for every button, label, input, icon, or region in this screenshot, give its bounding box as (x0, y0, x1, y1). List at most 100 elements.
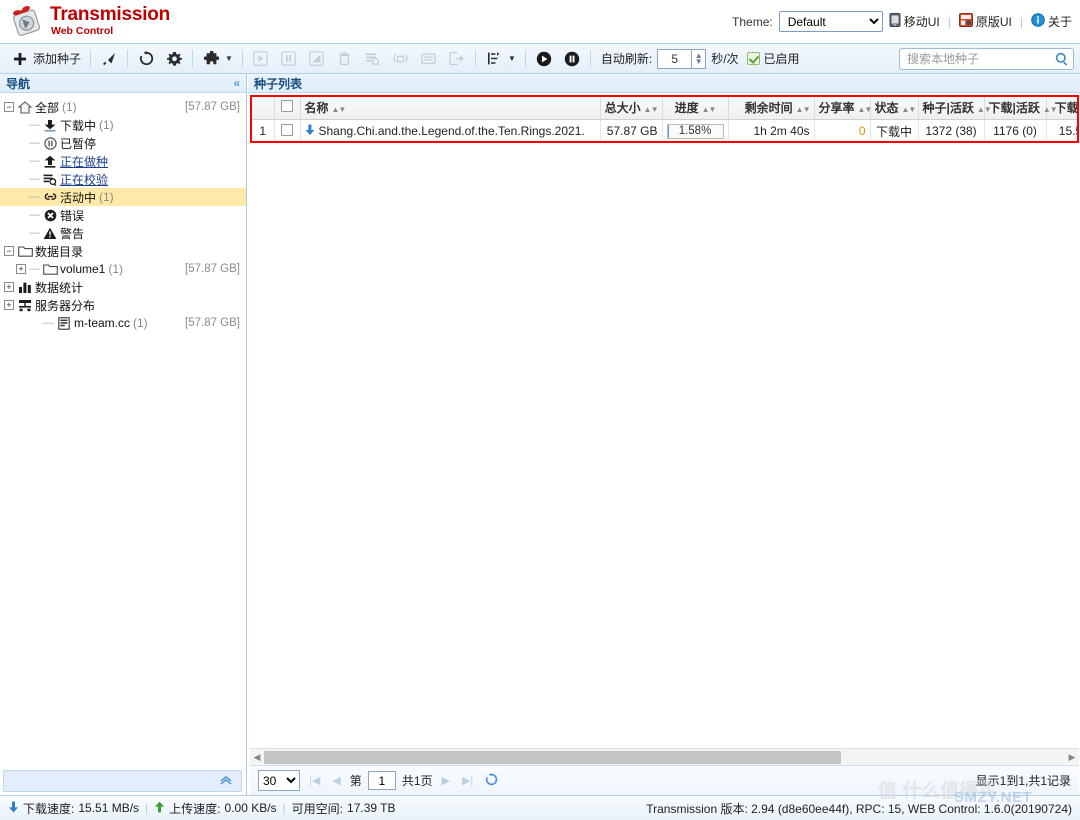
sidebar-item-label: m-team.cc (74, 316, 131, 330)
torrent-table: 名称 ▲▼ 总大小 ▲▼ 进度 ▲▼ 剩余时间 ▲▼ 分享率 ▲▼ 状态 ▲▼ 种子|活跃 ▲▼ 下载|活跃… (252, 97, 1077, 141)
mobile-ui-link[interactable]: 移动UI (889, 13, 940, 30)
folder-button[interactable] (415, 47, 443, 71)
announce-button[interactable] (387, 47, 415, 71)
play-icon (252, 50, 270, 68)
sidebar-item-5[interactable]: — 活动中 (1) (0, 188, 246, 206)
last-page-icon[interactable]: ▶| (459, 774, 476, 787)
verify-button[interactable] (359, 47, 387, 71)
table-row[interactable]: 1 Shang.Chi.and.the.Legend.of.the.Ten.Rin… (252, 119, 1077, 141)
collapse-icon[interactable]: − (4, 102, 14, 112)
sort-indicator-icon[interactable]: ▲▼ (332, 105, 347, 114)
transmission-logo-icon (10, 4, 44, 38)
horizontal-scrollbar[interactable]: ◀ ▶ (250, 748, 1079, 765)
upload-speed-label: 上传速度: (169, 801, 221, 816)
sort-indicator-icon[interactable]: ▲▼ (796, 105, 811, 114)
auto-refresh-enabled-checkbox[interactable]: 已启用 (746, 50, 800, 67)
start-all-button[interactable] (530, 47, 558, 71)
status-divider-2: | (282, 801, 286, 815)
sidebar-item-label: volume1 (60, 262, 106, 276)
chevron-up-icon[interactable] (219, 774, 233, 788)
puzzle-icon (202, 50, 220, 68)
rename-button[interactable] (303, 47, 331, 71)
expand-icon[interactable]: + (4, 300, 14, 310)
sidebar-item-12[interactable]: — m-team.cc (1) [57.87 GB] (0, 314, 246, 332)
settings-button[interactable] (160, 47, 188, 71)
sort-indicator-icon[interactable]: ▲▼ (644, 105, 659, 114)
free-space-label: 可用空间: (291, 801, 344, 816)
auto-refresh-stepper[interactable]: ▲ ▼ (657, 48, 707, 69)
column-header-eta[interactable]: 剩余时间 ▲▼ (728, 97, 815, 120)
remove-button[interactable] (331, 47, 359, 71)
queue-button[interactable]: ▼ (480, 47, 521, 71)
expand-icon[interactable]: + (4, 282, 14, 292)
expand-icon[interactable]: + (16, 264, 26, 274)
classic-ui-icon (958, 13, 973, 30)
pause-all-button[interactable] (558, 47, 586, 71)
move-button[interactable] (443, 47, 471, 71)
row-checkbox[interactable] (281, 123, 293, 136)
column-header-peers[interactable]: 下载|活跃 ▲▼ (984, 97, 1058, 120)
sidebar-item-6[interactable]: — 错误 (0, 206, 246, 224)
plugin-button[interactable]: ▼ (197, 47, 238, 71)
column-header-progress[interactable]: 进度 ▲▼ (662, 97, 729, 120)
sidebar-item-1[interactable]: — 下载中 (1) (0, 116, 246, 134)
cell-index: 1 (252, 119, 275, 141)
column-header-name[interactable]: 名称 ▲▼ (300, 97, 601, 120)
refresh-icon[interactable] (482, 772, 501, 789)
search-input[interactable] (899, 47, 1074, 70)
column-header-status[interactable]: 状态 ▲▼ (870, 97, 919, 120)
theme-select[interactable]: Default (778, 11, 883, 32)
sidebar-item-7[interactable]: — 警告 (0, 224, 246, 242)
column-header-index[interactable] (252, 97, 275, 120)
sidebar-item-0[interactable]: − 全部 (1) [57.87 GB] (0, 98, 246, 116)
scroll-left-icon[interactable]: ◀ (250, 752, 264, 763)
page-number-input[interactable] (367, 771, 396, 790)
scrollbar-track[interactable] (264, 750, 1065, 764)
search-icon[interactable] (1055, 52, 1069, 69)
download-speed-value: 15.51 MB/s (78, 801, 140, 815)
reload-button[interactable] (132, 47, 160, 71)
collapse-sidebar-icon[interactable]: « (233, 76, 240, 90)
cell-check[interactable] (274, 119, 301, 141)
spin-down-icon[interactable]: ▼ (695, 57, 703, 65)
sidebar-item-4[interactable]: — 正在校验 (0, 170, 246, 188)
add-magnet-button[interactable] (95, 47, 123, 71)
sidebar-item-11[interactable]: + 服务器分布 (0, 296, 246, 314)
column-header-ratio[interactable]: 分享率 ▲▼ (814, 97, 873, 120)
prev-page-icon[interactable]: ◀ (329, 774, 343, 787)
sidebar-footer-bar[interactable] (3, 770, 242, 792)
classic-ui-link[interactable]: 原版UI (958, 13, 1012, 30)
collapse-icon[interactable]: − (4, 246, 14, 256)
sort-indicator-icon[interactable]: ▲▼ (858, 105, 873, 114)
column-header-size[interactable]: 总大小 ▲▼ (600, 97, 663, 120)
sort-indicator-icon[interactable]: ▲▼ (702, 105, 717, 114)
first-page-icon[interactable]: |◀ (306, 774, 323, 787)
sidebar-item-3[interactable]: — 正在做种 (0, 152, 246, 170)
sidebar-item-9[interactable]: + — volume1 (1) [57.87 GB] (0, 260, 246, 278)
column-header-seeds[interactable]: 种子|活跃 ▲▼ (918, 97, 992, 120)
sort-indicator-icon[interactable]: ▲▼ (902, 105, 917, 114)
sidebar-item-8[interactable]: − 数据目录 (0, 242, 246, 260)
auto-refresh-input[interactable] (657, 48, 692, 69)
plus-icon (11, 50, 29, 68)
column-header-check[interactable] (274, 97, 301, 120)
torrent-list-title-bar: 种子列表 (248, 74, 1080, 93)
page-size-select[interactable]: 30 (258, 770, 300, 791)
upload-icon (42, 155, 58, 168)
sidebar-item-2[interactable]: — 已暂停 (0, 134, 246, 152)
scrollbar-thumb[interactable] (264, 750, 841, 764)
start-button[interactable] (247, 47, 275, 71)
navigation-tree: − 全部 (1) [57.87 GB] — 下载中 (1) — 已暂停 — 正在做种 — 正在校验 — 活动… (0, 93, 246, 332)
classic-ui-label: 原版UI (975, 15, 1012, 29)
pause-button[interactable] (275, 47, 303, 71)
about-link[interactable]: 关于 (1031, 13, 1072, 30)
next-page-icon[interactable]: ▶ (439, 774, 453, 787)
auto-refresh-spin-buttons[interactable]: ▲ ▼ (691, 48, 707, 69)
tree-line: — (29, 155, 40, 167)
add-torrent-button[interactable]: 添加种子 (6, 47, 86, 71)
sidebar-item-10[interactable]: + 数据统计 (0, 278, 246, 296)
scroll-right-icon[interactable]: ▶ (1065, 752, 1079, 763)
select-all-checkbox[interactable] (281, 100, 293, 113)
